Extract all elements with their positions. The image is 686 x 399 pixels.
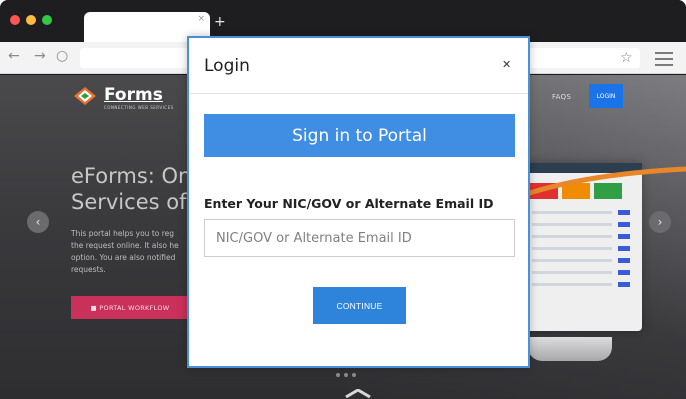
email-field[interactable]: [204, 219, 515, 257]
tab-close-icon[interactable]: ×: [197, 15, 205, 24]
login-modal: Login ✕ Sign in to Portal Enter Your NIC…: [187, 36, 530, 368]
sign-in-portal-button[interactable]: Sign in to Portal: [204, 114, 515, 157]
chevron-down-icon[interactable]: [344, 389, 372, 399]
brand-logo-icon: [74, 87, 96, 105]
minimize-window-button[interactable]: [26, 15, 36, 25]
star-icon[interactable]: ☆: [620, 51, 633, 65]
menu-icon[interactable]: [655, 52, 673, 70]
reload-icon[interactable]: ○: [56, 49, 68, 63]
maximize-window-button[interactable]: [42, 15, 52, 25]
carousel-indicators[interactable]: [336, 373, 356, 377]
title-bar: × +: [0, 0, 686, 42]
forward-icon[interactable]: →: [34, 49, 46, 63]
new-tab-button[interactable]: +: [214, 15, 226, 29]
nav-login-button[interactable]: LOGIN: [589, 84, 623, 108]
modal-title: Login: [204, 56, 250, 76]
continue-button[interactable]: CONTINUE: [313, 287, 406, 324]
back-icon[interactable]: ←: [8, 49, 20, 63]
brand-tagline: CONNECTING WEB SERVICES: [104, 105, 174, 110]
hero-description: This portal helps you to reg the request…: [71, 229, 179, 274]
modal-header: Login ✕: [189, 38, 528, 94]
laptop-stand-illustration: [528, 337, 612, 361]
close-icon[interactable]: ✕: [502, 59, 511, 70]
chevron-left-icon[interactable]: ‹: [27, 211, 49, 233]
nav-faqs-link[interactable]: FAQS: [552, 93, 571, 101]
close-window-button[interactable]: [10, 15, 20, 25]
portal-workflow-button[interactable]: ■ PORTAL WORKFLOW: [71, 296, 189, 319]
email-field-label: Enter Your NIC/GOV or Alternate Email ID: [204, 196, 494, 211]
brand-name: Forms: [104, 85, 163, 105]
